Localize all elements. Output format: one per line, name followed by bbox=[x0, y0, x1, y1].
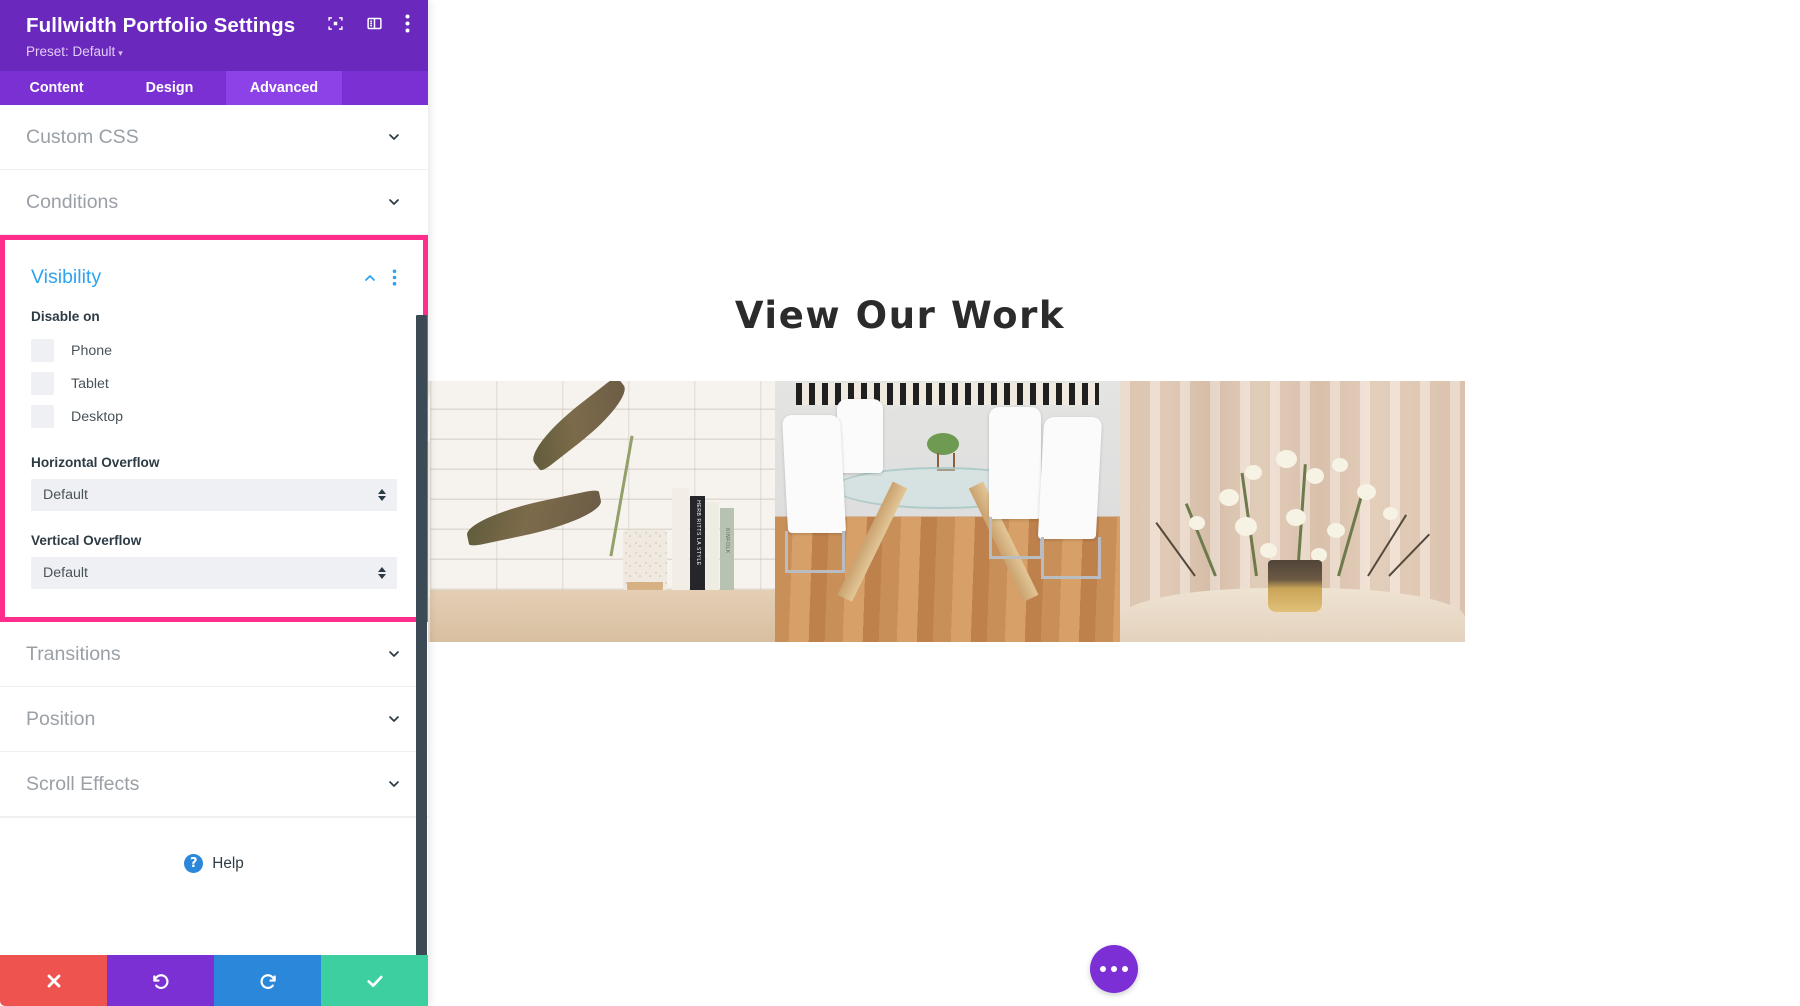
module-settings-panel: Fullwidth Portfolio Settings Preset: Def… bbox=[0, 0, 428, 1006]
vertical-overflow-label: Vertical Overflow bbox=[31, 533, 142, 548]
section-title: Scroll Effects bbox=[26, 772, 140, 795]
checkbox-tablet[interactable] bbox=[31, 372, 54, 395]
preset-selector[interactable]: Preset: Default ▾ bbox=[26, 44, 410, 59]
select-value: Default bbox=[43, 487, 88, 503]
chevron-down-icon bbox=[386, 646, 402, 662]
section-conditions[interactable]: Conditions bbox=[0, 170, 428, 235]
section-visibility: Visibility Disable on Phone Tablet Deskt… bbox=[0, 235, 428, 622]
screen: View Our Work Bright white loft interior… bbox=[0, 0, 1800, 1006]
chevron-down-icon bbox=[386, 194, 402, 210]
checkbox-label: Desktop bbox=[71, 408, 124, 425]
chevron-up-icon[interactable] bbox=[362, 270, 378, 286]
horizontal-overflow-select[interactable]: Default bbox=[31, 479, 397, 511]
cancel-button[interactable] bbox=[0, 955, 107, 1006]
checkbox-label: Tablet bbox=[71, 375, 109, 392]
panel-body: Custom CSS Conditions Visibility Disable… bbox=[0, 105, 428, 955]
panel-tabs: Content Design Advanced bbox=[0, 71, 428, 105]
visibility-header[interactable]: Visibility bbox=[31, 266, 397, 289]
section-transitions[interactable]: Transitions bbox=[0, 622, 428, 687]
portfolio-item[interactable]: Glass dining table with crossed wood leg… bbox=[775, 381, 1120, 642]
checkbox-phone[interactable] bbox=[31, 339, 54, 362]
select-arrows-icon bbox=[378, 489, 386, 501]
undo-button[interactable] bbox=[107, 955, 214, 1006]
section-position[interactable]: Position bbox=[0, 687, 428, 752]
help-button[interactable]: ? Help bbox=[0, 817, 428, 909]
ellipsis-icon bbox=[1122, 966, 1128, 972]
vertical-overflow-select[interactable]: Default bbox=[31, 557, 397, 589]
book-spine-text: KINFOLK bbox=[723, 528, 730, 554]
checkmark-icon bbox=[366, 975, 383, 987]
portfolio-item[interactable]: White floral bouquet in a gold vase on a… bbox=[1120, 381, 1465, 642]
portfolio-image-bouquet bbox=[1120, 381, 1465, 642]
help-circle-icon: ? bbox=[184, 854, 204, 873]
tab-content[interactable]: Content bbox=[0, 71, 113, 105]
select-arrows-icon bbox=[378, 567, 386, 579]
tab-advanced[interactable]: Advanced bbox=[226, 71, 342, 105]
checkbox-row-phone[interactable]: Phone bbox=[31, 334, 397, 367]
panel-header-actions bbox=[327, 14, 410, 33]
tab-label: Advanced bbox=[249, 80, 319, 96]
section-title: Position bbox=[26, 707, 96, 730]
section-title: Transitions bbox=[26, 642, 121, 665]
redo-button[interactable] bbox=[214, 955, 321, 1006]
tab-label: Content bbox=[29, 80, 84, 96]
portfolio-image-dining bbox=[775, 381, 1120, 642]
focus-icon[interactable] bbox=[327, 15, 344, 32]
panel-footer bbox=[0, 955, 428, 1006]
undo-icon bbox=[152, 973, 168, 989]
chevron-down-icon bbox=[386, 711, 402, 727]
section-title: Visibility bbox=[31, 266, 102, 288]
portfolio-item[interactable]: HERB RITTS LA STYLE KINFOLK White brick … bbox=[430, 381, 775, 642]
chevron-down-icon bbox=[386, 776, 402, 792]
more-vertical-icon[interactable] bbox=[392, 269, 397, 286]
checkbox-row-desktop[interactable]: Desktop bbox=[31, 400, 397, 433]
tab-design[interactable]: Design bbox=[113, 71, 226, 105]
portfolio-image-books: HERB RITTS LA STYLE KINFOLK bbox=[430, 381, 775, 642]
more-vertical-icon[interactable] bbox=[405, 14, 410, 33]
panel-scrollbar[interactable] bbox=[416, 315, 427, 955]
help-label: Help bbox=[212, 854, 244, 872]
close-icon bbox=[47, 974, 60, 987]
select-value: Default bbox=[43, 565, 88, 581]
disable-on-label: Disable on bbox=[31, 309, 100, 324]
checkbox-row-tablet[interactable]: Tablet bbox=[31, 367, 397, 400]
layout-panel-icon[interactable] bbox=[366, 15, 383, 32]
save-button[interactable] bbox=[321, 955, 428, 1006]
checkbox-label: Phone bbox=[71, 342, 113, 359]
section-title: Conditions bbox=[26, 190, 119, 213]
section-scroll-effects[interactable]: Scroll Effects bbox=[0, 752, 428, 817]
tab-label: Design bbox=[145, 80, 194, 96]
section-custom-css[interactable]: Custom CSS bbox=[0, 105, 428, 170]
section-title: Custom CSS bbox=[26, 125, 139, 148]
ellipsis-icon bbox=[1111, 966, 1117, 972]
book-spine-text: HERB RITTS LA STYLE bbox=[694, 500, 701, 566]
chevron-down-icon bbox=[386, 129, 402, 145]
checkbox-desktop[interactable] bbox=[31, 405, 54, 428]
preset-label: Preset: Default bbox=[26, 44, 116, 59]
horizontal-overflow-label: Horizontal Overflow bbox=[31, 455, 160, 470]
redo-icon bbox=[260, 973, 276, 989]
ellipsis-icon bbox=[1100, 966, 1106, 972]
panel-header: Fullwidth Portfolio Settings Preset: Def… bbox=[0, 0, 428, 71]
page-settings-fab[interactable] bbox=[1090, 945, 1138, 993]
chevron-down-icon: ▾ bbox=[118, 48, 123, 58]
